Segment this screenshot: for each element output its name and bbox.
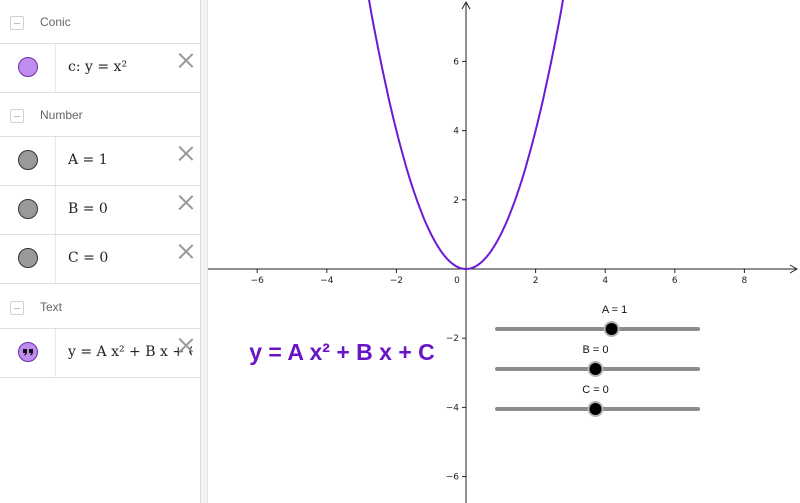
algebra-expression[interactable]: c: y = x² <box>68 59 192 75</box>
algebra-item-number-a[interactable]: A = 1 <box>0 137 200 186</box>
y-tick-label: 6 <box>453 57 459 67</box>
sliders: A = 1 B = 0 C = 0 <box>495 304 700 417</box>
x-tick-label: 8 <box>742 276 748 286</box>
axes <box>208 0 799 503</box>
slider-label: A = 1 <box>602 304 627 316</box>
group-label: Text <box>40 300 63 314</box>
group-label: Number <box>40 108 83 122</box>
algebra-item-text[interactable]: y = A x² + B x + C <box>0 329 200 378</box>
algebra-item-conic-c[interactable]: c: y = x² <box>0 44 200 93</box>
delete-icon[interactable] <box>178 194 194 210</box>
x-tick-label: 0 <box>454 276 460 286</box>
marble-cell <box>0 235 56 283</box>
visibility-marble-icon[interactable] <box>18 199 38 219</box>
formula-text[interactable]: y = A x² + B x + C <box>249 339 435 365</box>
graphics-canvas[interactable]: −6 −4 −2 0 2 4 6 8 6 4 2 −2 −4 −6 y = A x² + B x + C… <box>208 0 800 503</box>
x-tick-label: −4 <box>320 276 334 286</box>
marble-cell <box>0 137 56 185</box>
slider-handle[interactable] <box>589 363 602 375</box>
visibility-marble-icon[interactable] <box>18 150 38 170</box>
algebra-item-number-b[interactable]: B = 0 <box>0 186 200 235</box>
slider-label: B = 0 <box>583 344 609 356</box>
algebra-view: Conic c: y = x² Number A = 1 B = 0 C = 0 <box>0 0 200 503</box>
y-tick-label: −6 <box>446 473 460 483</box>
delete-icon[interactable] <box>178 145 194 161</box>
algebra-item-number-c[interactable]: C = 0 <box>0 235 200 284</box>
collapse-icon[interactable] <box>10 301 24 315</box>
y-tick-label: −4 <box>446 403 460 413</box>
group-header-number[interactable]: Number <box>0 93 200 137</box>
graphics-view[interactable]: −6 −4 −2 0 2 4 6 8 6 4 2 −2 −4 −6 y = A x² + B x + C… <box>208 0 800 503</box>
group-header-text[interactable]: Text <box>0 285 200 329</box>
collapse-icon[interactable] <box>10 109 24 123</box>
slider-0[interactable]: A = 1 <box>495 304 700 337</box>
algebra-expression[interactable]: C = 0 <box>68 250 192 266</box>
delete-icon[interactable] <box>178 337 194 353</box>
slider-handle[interactable] <box>605 323 618 335</box>
algebra-expression[interactable]: A = 1 <box>68 152 192 168</box>
collapse-icon[interactable] <box>10 16 24 30</box>
delete-icon[interactable] <box>178 52 194 68</box>
marble-cell <box>0 44 56 92</box>
y-ticks: 6 4 2 −2 −4 −6 <box>446 57 466 483</box>
visibility-marble-icon[interactable] <box>18 57 38 77</box>
x-tick-label: −6 <box>251 276 265 286</box>
x-ticks: −6 −4 −2 0 2 4 6 8 <box>251 269 748 286</box>
y-tick-label: 4 <box>453 127 459 137</box>
y-tick-label: 2 <box>453 196 459 206</box>
slider-label: C = 0 <box>582 384 609 396</box>
slider-2[interactable]: C = 0 <box>495 384 700 417</box>
x-tick-label: −2 <box>390 276 403 286</box>
group-label: Conic <box>40 15 71 29</box>
slider-handle[interactable] <box>589 403 602 415</box>
algebra-expression[interactable]: y = A x² + B x + C <box>68 344 192 360</box>
visibility-marble-icon[interactable] <box>18 248 38 268</box>
y-tick-label: −2 <box>446 334 459 344</box>
group-header-conic[interactable]: Conic <box>0 0 200 44</box>
marble-cell <box>0 186 56 234</box>
x-tick-label: 6 <box>672 276 678 286</box>
marble-cell <box>0 329 56 377</box>
x-tick-label: 4 <box>602 276 608 286</box>
algebra-expression[interactable]: B = 0 <box>68 201 192 217</box>
quote-icon[interactable] <box>18 342 38 362</box>
slider-1[interactable]: B = 0 <box>495 344 700 377</box>
x-tick-label: 2 <box>533 276 539 286</box>
view-splitter[interactable] <box>200 0 208 503</box>
delete-icon[interactable] <box>178 243 194 259</box>
